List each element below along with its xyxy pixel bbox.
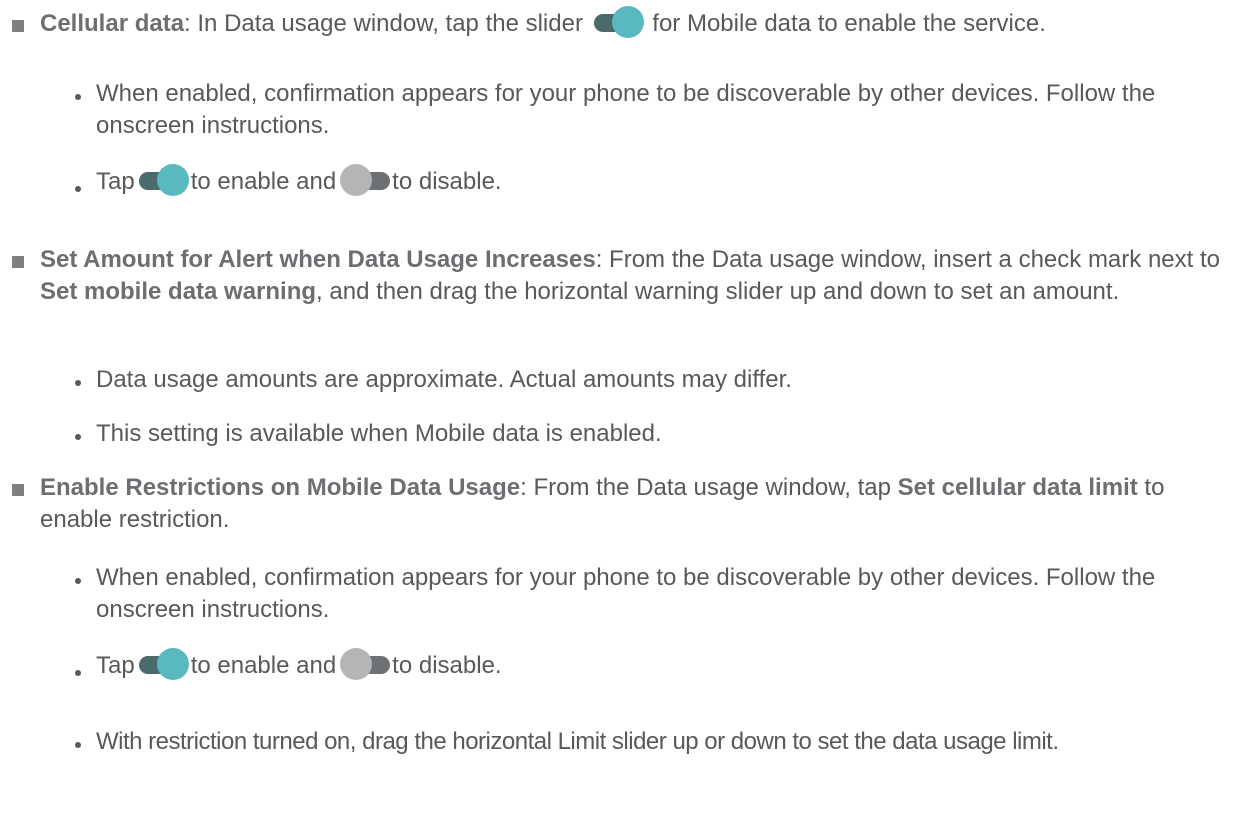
toggle-off-icon: [340, 647, 391, 680]
sub-item-text: When enabled, confirmation appears for y…: [96, 564, 1156, 623]
sub-item-text: This setting is available when Mobile da…: [96, 420, 662, 447]
sub-item-text: Data usage amounts are approximate. Actu…: [96, 366, 792, 393]
toggle-on-icon: [593, 5, 644, 38]
round-bullet: [75, 380, 81, 386]
toggle-on-icon: [138, 647, 189, 680]
toggle-off-icon: [340, 163, 391, 196]
square-bullet: [12, 256, 24, 268]
round-bullet: [75, 670, 81, 676]
item-heading: Cellular data: [40, 10, 185, 37]
item-text: Set Amount for Alert when Data Usage Inc…: [40, 246, 1220, 305]
sub-item-text: With restriction turned on, drag the hor…: [96, 728, 1059, 755]
sub-item-text: Tap to enable and to disable.: [96, 647, 1233, 682]
item-text: Cellular data: In Data usage window, tap…: [40, 5, 1233, 40]
toggle-on-icon: [138, 163, 189, 196]
round-bullet: [75, 742, 81, 748]
square-bullet: [12, 20, 24, 32]
round-bullet: [75, 578, 81, 584]
sub-item-text: When enabled, confirmation appears for y…: [96, 80, 1156, 139]
round-bullet: [75, 434, 81, 440]
item-text: Enable Restrictions on Mobile Data Usage…: [40, 474, 1165, 533]
item-heading: Set Amount for Alert when Data Usage Inc…: [40, 246, 596, 273]
round-bullet: [75, 94, 81, 100]
round-bullet: [75, 186, 81, 192]
square-bullet: [12, 484, 24, 496]
item-heading: Enable Restrictions on Mobile Data Usage: [40, 474, 521, 501]
sub-item-text: Tap to enable and to disable.: [96, 163, 1233, 198]
